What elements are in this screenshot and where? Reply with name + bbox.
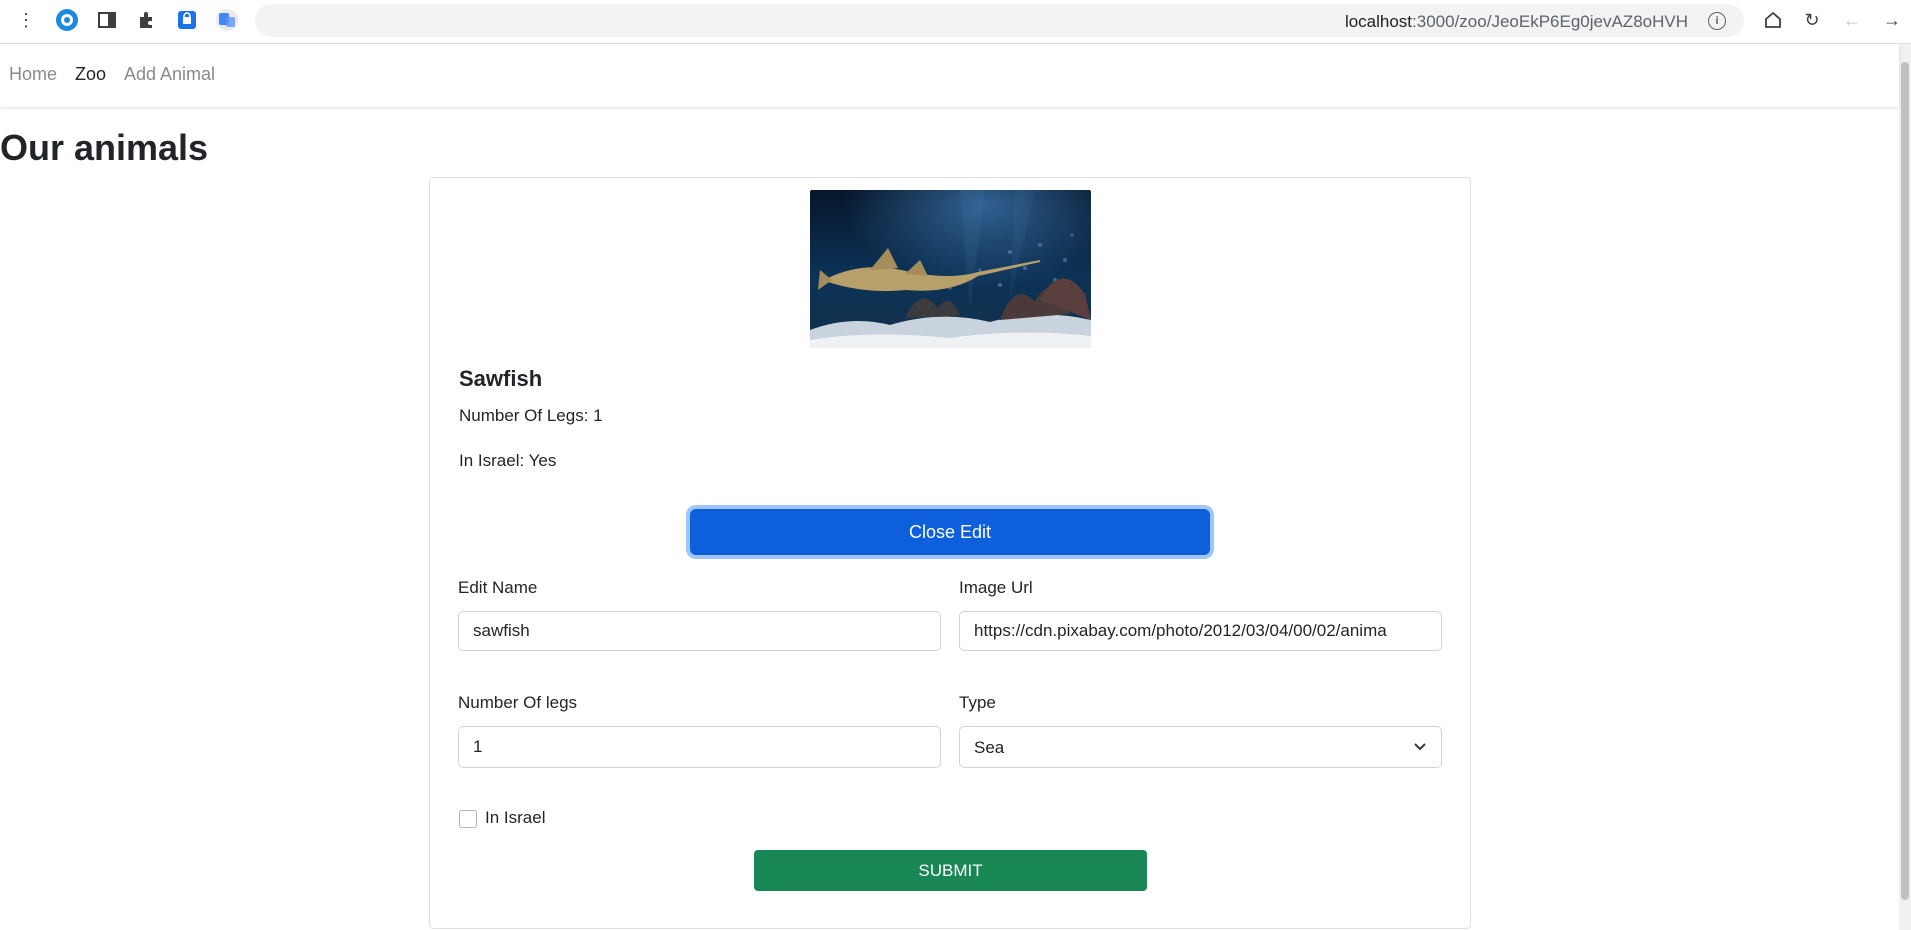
number-of-legs-label: Number Of legs: [458, 693, 578, 712]
browser-toolbar: ⋮ ☆ localhost:3000/zoo/JeoEkP6Eg0jevAZ8o…: [0, 0, 1911, 44]
image-url-input[interactable]: [959, 611, 1442, 651]
edit-name-input[interactable]: [458, 611, 941, 651]
scrollbar-thumb[interactable]: [1901, 62, 1909, 900]
reload-icon[interactable]: ↻: [1800, 8, 1824, 32]
address-bar[interactable]: localhost:3000/zoo/JeoEkP6Eg0jevAZ8oHVH …: [255, 4, 1744, 37]
number-of-legs-input[interactable]: [458, 726, 941, 768]
page-scrollbar[interactable]: [1899, 44, 1911, 930]
edit-name-label: Edit Name: [458, 578, 538, 597]
menu-kebab-icon[interactable]: ⋮: [14, 8, 38, 32]
in-israel-label: In Israel: [485, 808, 546, 827]
forward-arrow-icon[interactable]: →: [1880, 8, 1904, 32]
profile-extension-icon[interactable]: [55, 8, 79, 32]
in-israel-checkbox[interactable]: [459, 810, 477, 828]
image-url-label: Image Url: [959, 578, 1033, 597]
type-select[interactable]: Sea: [959, 726, 1442, 768]
site-info-icon[interactable]: i: [1708, 12, 1726, 30]
animal-legs-text: Number Of Legs: 1: [459, 406, 603, 425]
close-edit-button[interactable]: Close Edit: [690, 509, 1210, 555]
animal-in-israel-text: In Israel: Yes: [459, 451, 557, 470]
url-text: localhost:3000/zoo/JeoEkP6Eg0jevAZ8oHVH: [1345, 12, 1688, 32]
type-label: Type: [959, 693, 996, 712]
nav-link-home[interactable]: Home: [9, 64, 57, 85]
nav-link-zoo[interactable]: Zoo: [75, 64, 106, 85]
chevron-down-icon: [1413, 739, 1427, 758]
type-select-value: Sea: [974, 738, 1005, 757]
url-host: localhost: [1344, 12, 1413, 31]
nav-link-add-animal[interactable]: Add Animal: [124, 64, 215, 85]
animal-name: Sawfish: [459, 366, 543, 391]
submit-button[interactable]: SUBMIT: [754, 850, 1147, 891]
url-path: :3000/zoo/JeoEkP6Eg0jevAZ8oHVH: [1412, 12, 1688, 31]
side-panel-icon[interactable]: [95, 8, 119, 32]
password-manager-icon[interactable]: [175, 8, 199, 32]
animal-image: [810, 190, 1091, 348]
animal-card: Sawfish Number Of Legs: 1 In Israel: Yes…: [429, 177, 1471, 929]
site-navbar: Home Zoo Add Animal: [0, 44, 1899, 107]
back-arrow-icon[interactable]: ←: [1840, 8, 1864, 32]
extensions-icon[interactable]: [135, 8, 159, 32]
home-icon[interactable]: [1761, 8, 1785, 32]
page-title: Our animals: [0, 127, 209, 168]
translate-icon[interactable]: [215, 8, 239, 32]
